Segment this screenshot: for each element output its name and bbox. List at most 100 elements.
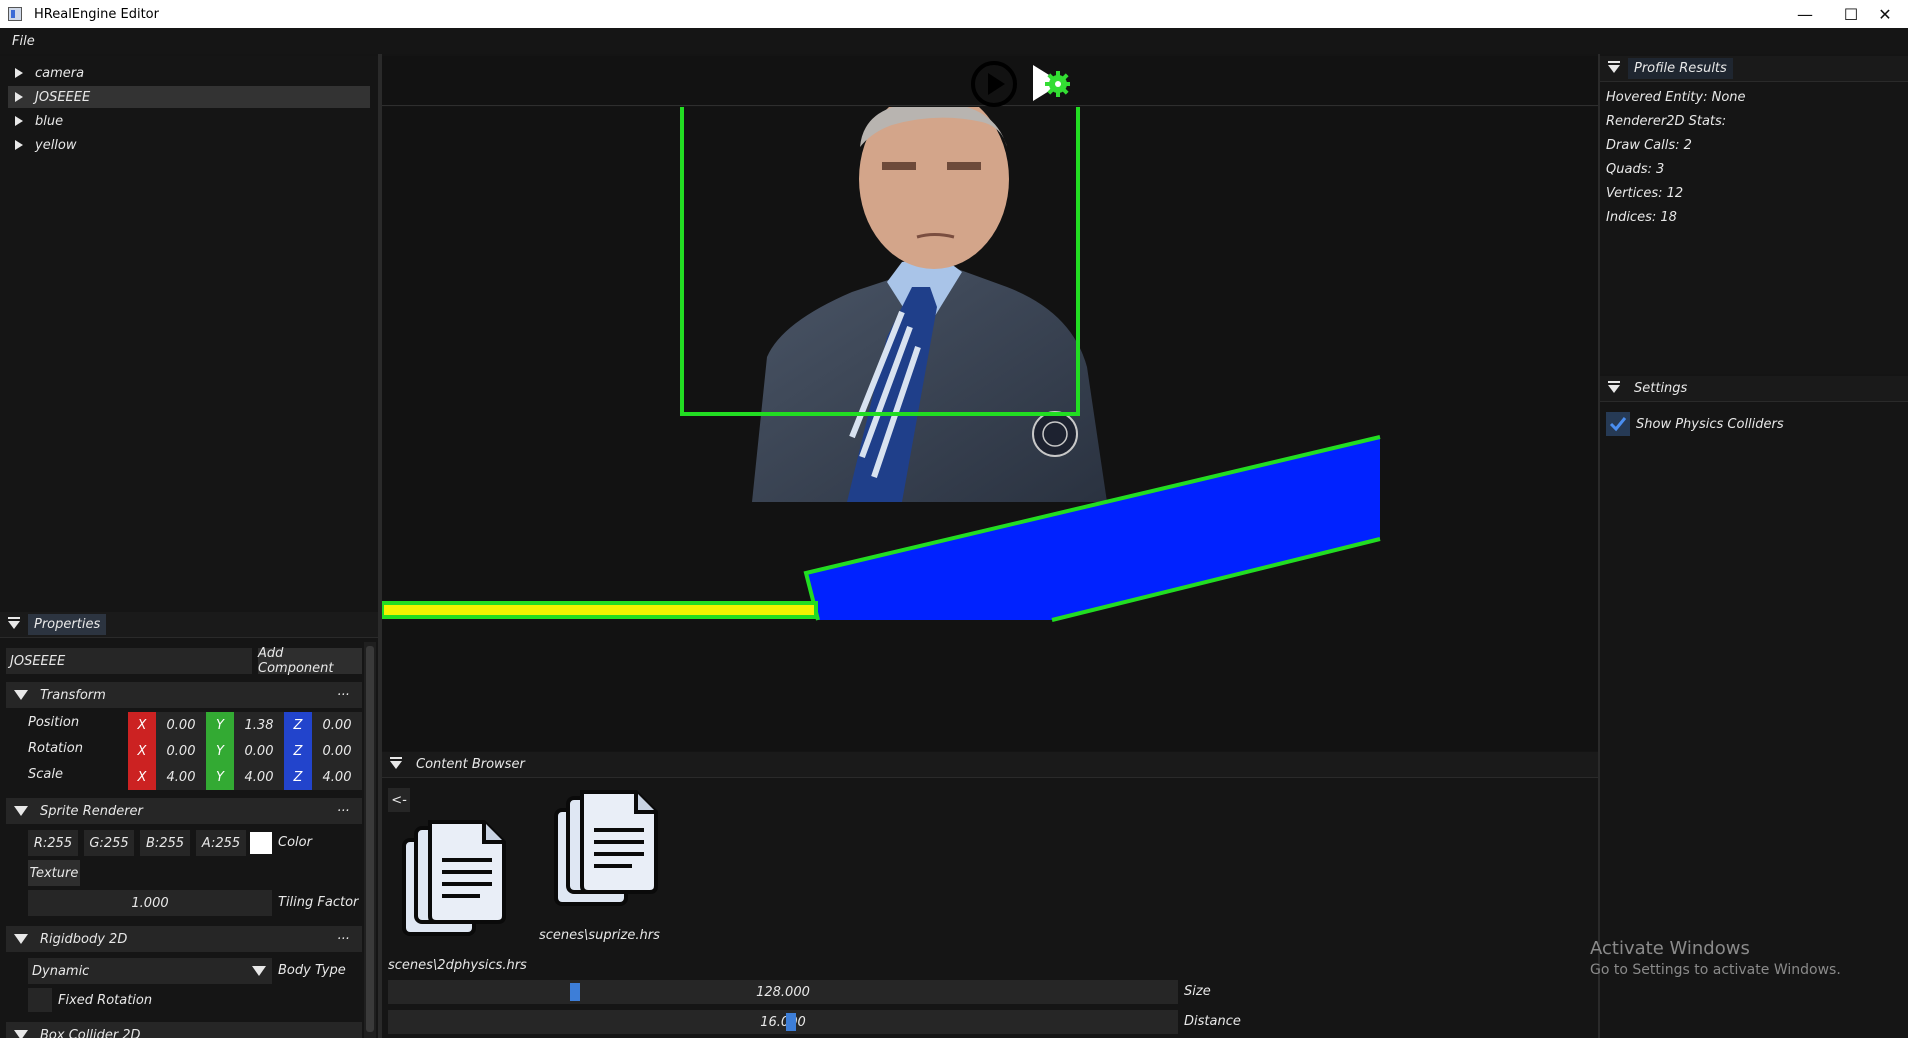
- chevron-down-icon: [252, 966, 266, 976]
- distance-label: Distance: [1184, 1014, 1241, 1029]
- expand-arrow-icon[interactable]: [15, 68, 23, 78]
- rotation-y-reset-button[interactable]: Y: [206, 738, 234, 764]
- collapse-icon[interactable]: [1608, 380, 1620, 393]
- rigidbody-component-header[interactable]: Rigidbody 2D ...: [6, 926, 362, 952]
- play-circle-icon[interactable]: [970, 60, 1018, 108]
- transform-component-header[interactable]: Transform ...: [6, 682, 362, 708]
- rotation-y-field[interactable]: 0.00: [234, 738, 284, 764]
- hierarchy-item-blue[interactable]: blue: [8, 110, 370, 132]
- scene-render: [382, 107, 1381, 622]
- thumbnail-size-slider[interactable]: 128.000: [388, 980, 1178, 1004]
- draw-calls-text: Draw Calls: 2: [1606, 138, 1692, 153]
- tab-settings[interactable]: Settings: [1628, 378, 1693, 399]
- hovered-entity-text: Hovered Entity: None: [1606, 90, 1746, 105]
- file-icon[interactable]: [552, 790, 662, 910]
- menu-bar: File: [0, 28, 1908, 54]
- rotation-x-reset-button[interactable]: X: [128, 738, 156, 764]
- component-menu-button[interactable]: ...: [338, 928, 350, 943]
- simulate-icon[interactable]: [1030, 62, 1070, 104]
- settings-panel: Settings Show Physics Colliders Activate…: [1590, 376, 1908, 1038]
- scale-z-reset-button[interactable]: Z: [284, 764, 312, 790]
- file-name-label: scenes\suprize.hrs: [539, 928, 660, 943]
- file-icon[interactable]: [400, 820, 510, 940]
- position-x-field[interactable]: 0.00: [156, 712, 206, 738]
- expand-arrow-icon[interactable]: [15, 116, 23, 126]
- tab-properties[interactable]: Properties: [28, 614, 107, 635]
- collapse-icon[interactable]: [8, 616, 20, 629]
- slider-grab[interactable]: [570, 983, 580, 1001]
- properties-scrollbar[interactable]: [364, 642, 376, 1038]
- portrait-sprite[interactable]: [752, 107, 1107, 502]
- hierarchy-item-camera[interactable]: camera: [8, 62, 370, 84]
- color-a-field[interactable]: A:255: [196, 830, 246, 856]
- collapse-icon[interactable]: [390, 756, 402, 769]
- activate-windows-title: Activate Windows: [1590, 938, 1750, 959]
- properties-header: Properties: [0, 612, 378, 638]
- position-x-reset-button[interactable]: X: [128, 712, 156, 738]
- hierarchy-item-label: blue: [35, 113, 64, 129]
- collapse-icon: [14, 806, 28, 816]
- color-g-field[interactable]: G:255: [84, 830, 134, 856]
- slider-value: 16.000: [760, 1014, 806, 1030]
- scale-x-reset-button[interactable]: X: [128, 764, 156, 790]
- quads-text: Quads: 3: [1606, 162, 1665, 177]
- component-menu-button[interactable]: ...: [338, 800, 350, 815]
- texture-button[interactable]: Texture: [28, 860, 80, 886]
- rotation-z-field[interactable]: 0.00: [312, 738, 362, 764]
- component-menu-button[interactable]: ...: [338, 684, 350, 699]
- hierarchy-item-yellow[interactable]: yellow: [8, 134, 370, 156]
- entity-name-input[interactable]: JOSEEEE: [6, 648, 252, 674]
- add-component-button[interactable]: Add Component: [258, 646, 362, 676]
- back-button[interactable]: <-: [388, 788, 410, 812]
- box-collider-component-header[interactable]: Box Collider 2D: [6, 1022, 362, 1038]
- position-y-reset-button[interactable]: Y: [206, 712, 234, 738]
- yellow-floor-sprite[interactable]: [382, 603, 816, 617]
- collapse-icon[interactable]: [1608, 60, 1620, 73]
- color-b-field[interactable]: B:255: [140, 830, 190, 856]
- tab-profile-results[interactable]: Profile Results: [1628, 58, 1733, 79]
- tab-content-browser[interactable]: Content Browser: [410, 754, 531, 775]
- expand-arrow-icon[interactable]: [15, 92, 23, 102]
- color-r-field[interactable]: R:255: [28, 830, 78, 856]
- show-physics-colliders-checkbox[interactable]: [1606, 412, 1630, 436]
- slider-grab[interactable]: [786, 1013, 796, 1031]
- component-title: Transform: [40, 687, 106, 703]
- activate-windows-subtitle: Go to Settings to activate Windows.: [1590, 962, 1841, 978]
- distance-slider[interactable]: 16.000: [388, 1010, 1178, 1034]
- expand-arrow-icon[interactable]: [15, 140, 23, 150]
- hierarchy-item-joseeee[interactable]: JOSEEEE: [8, 86, 370, 108]
- body-type-select[interactable]: Dynamic: [28, 958, 272, 984]
- title-bar: HRealEngine Editor — ☐ ✕: [0, 0, 1908, 28]
- hierarchy-item-label: camera: [35, 65, 85, 81]
- rotation-label: Rotation: [28, 741, 83, 756]
- position-y-field[interactable]: 1.38: [234, 712, 284, 738]
- scale-y-field[interactable]: 4.00: [234, 764, 284, 790]
- scale-z-field[interactable]: 4.00: [312, 764, 362, 790]
- settings-header: Settings: [1600, 376, 1908, 402]
- position-z-field[interactable]: 0.00: [312, 712, 362, 738]
- close-button[interactable]: ✕: [1862, 0, 1908, 28]
- position-label: Position: [28, 715, 80, 730]
- scale-y-reset-button[interactable]: Y: [206, 764, 234, 790]
- menu-file[interactable]: File: [12, 34, 35, 49]
- rotation-z-reset-button[interactable]: Z: [284, 738, 312, 764]
- app-icon: [8, 7, 22, 21]
- fixed-rotation-checkbox[interactable]: [28, 988, 52, 1012]
- rotation-x-field[interactable]: 0.00: [156, 738, 206, 764]
- sprite-renderer-component-header[interactable]: Sprite Renderer ...: [6, 798, 362, 824]
- scrollbar-thumb[interactable]: [366, 646, 374, 1032]
- tiling-factor-label: Tiling Factor: [278, 895, 359, 910]
- color-swatch[interactable]: [250, 832, 272, 854]
- scene-viewport[interactable]: [382, 107, 1598, 751]
- component-title: Sprite Renderer: [40, 803, 143, 819]
- content-browser-panel: Content Browser <- scenes\2dphysics.hrs …: [382, 752, 1598, 1038]
- minimize-button[interactable]: —: [1782, 0, 1828, 28]
- file-name-label: scenes\2dphysics.hrs: [388, 958, 527, 973]
- hierarchy-item-label: yellow: [35, 137, 77, 153]
- collapse-icon: [14, 1030, 28, 1038]
- scale-label: Scale: [28, 767, 63, 782]
- position-z-reset-button[interactable]: Z: [284, 712, 312, 738]
- color-label: Color: [278, 835, 312, 850]
- tiling-factor-field[interactable]: 1.000: [28, 890, 272, 916]
- scale-x-field[interactable]: 4.00: [156, 764, 206, 790]
